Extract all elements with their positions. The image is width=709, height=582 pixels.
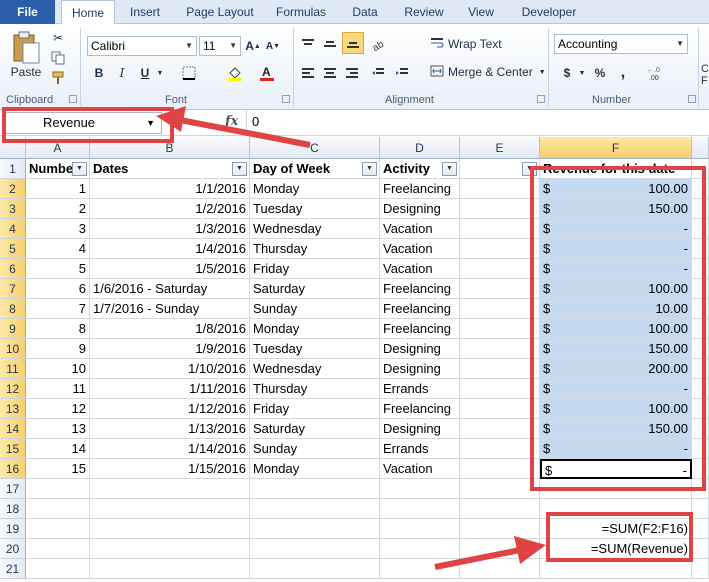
arrow-to-formula <box>434 536 546 570</box>
arrow-to-namebox <box>156 106 311 148</box>
annotation-arrows <box>156 106 546 570</box>
